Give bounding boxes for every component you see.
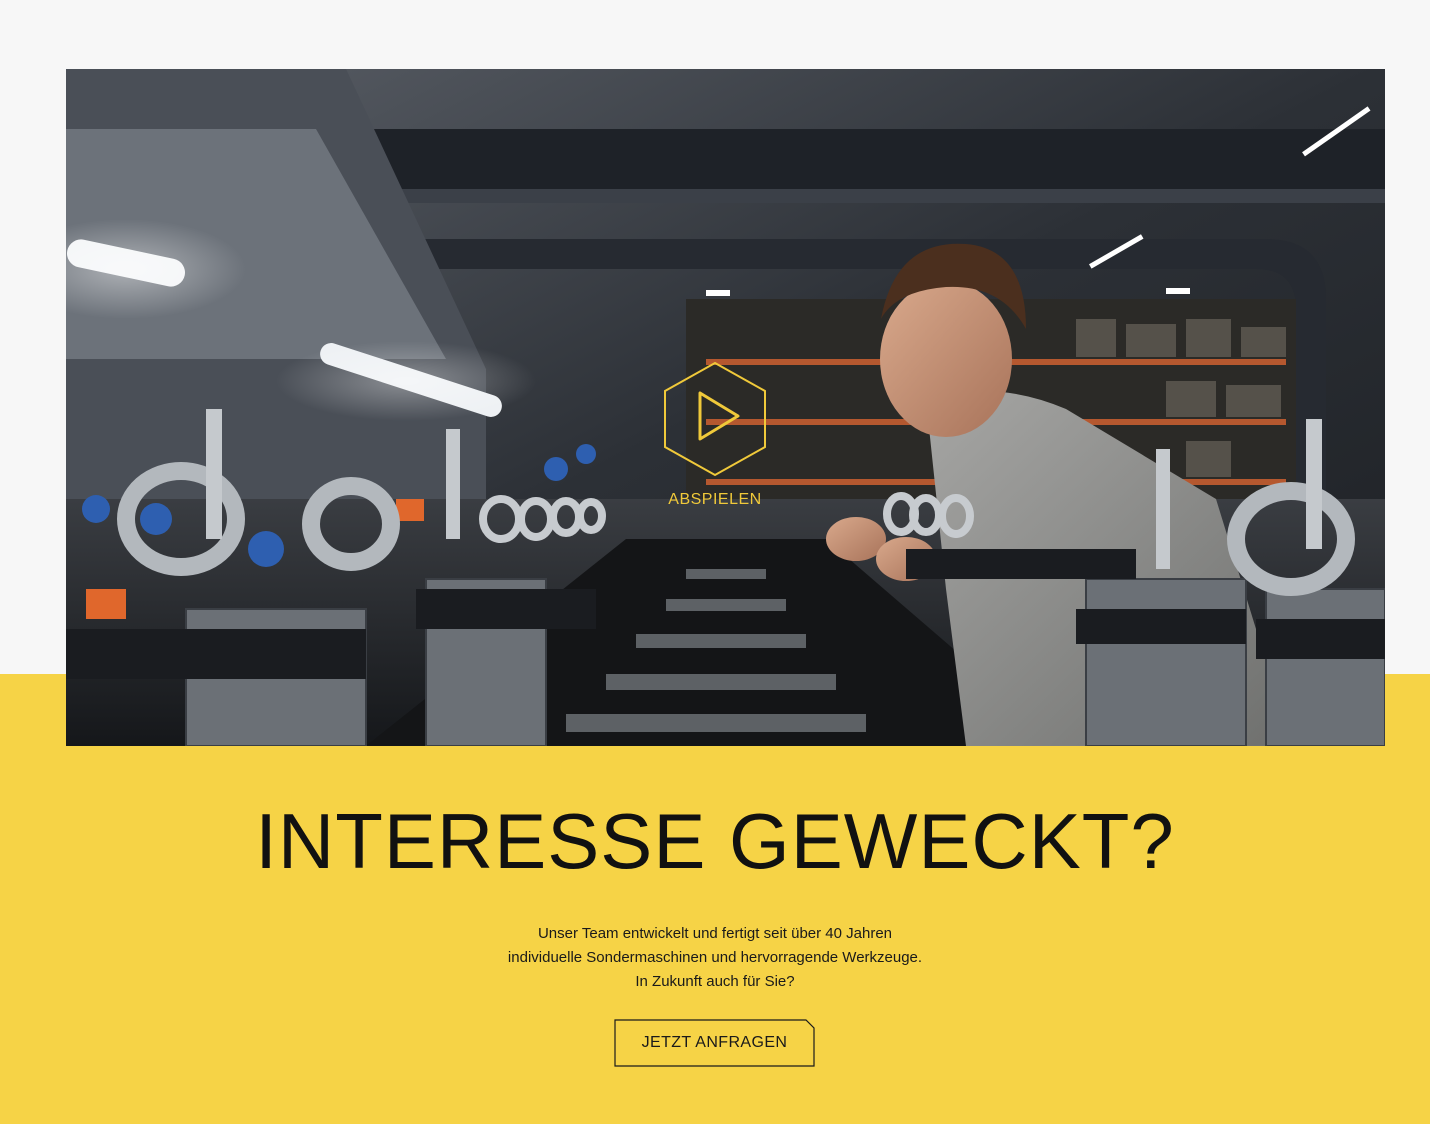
intro-line: individuelle Sondermaschinen und hervorr… <box>507 949 923 966</box>
hexagon-play-icon <box>664 361 766 477</box>
page-headline: INTERESSE GEWECKT? <box>255 797 1175 885</box>
play-button[interactable]: ABSPIELEN <box>660 361 770 521</box>
request-now-label: JETZT ANFRAGEN <box>641 1034 788 1051</box>
intro-line: Unser Team entwickelt und fertigt seit ü… <box>537 925 893 942</box>
intro-line: In Zukunft auch für Sie? <box>635 973 795 990</box>
request-now-button[interactable]: JETZT ANFRAGEN <box>614 1019 815 1067</box>
intro-text: Unser Team entwickelt und fertigt seit ü… <box>415 922 1015 994</box>
video-player[interactable]: ABSPIELEN <box>66 69 1385 746</box>
play-label: ABSPIELEN <box>668 491 762 508</box>
